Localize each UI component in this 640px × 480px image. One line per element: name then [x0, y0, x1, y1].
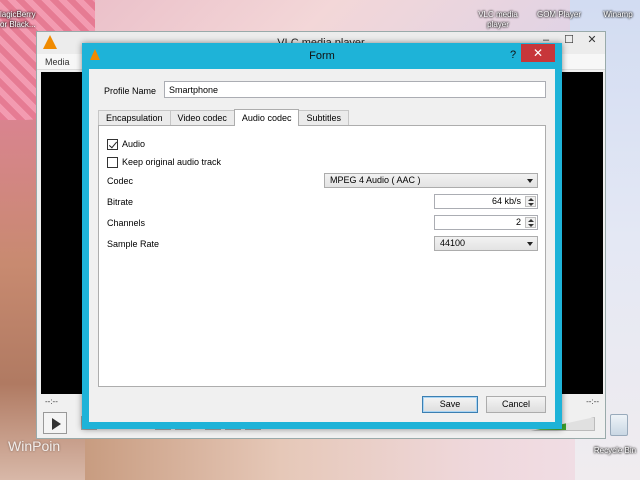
watermark: WinPoin: [8, 438, 61, 454]
wallpaper-bottom: [85, 438, 575, 480]
desktop-icon-vlc[interactable]: VLC media player: [470, 10, 526, 30]
channels-label: Channels: [107, 218, 146, 228]
desktop-icon-winamp[interactable]: Winamp: [596, 10, 640, 20]
form-dialog: Form ? ✕ Profile Name Encapsulation Vide…: [82, 43, 562, 429]
desktop-icon-gom[interactable]: GOM Player: [530, 10, 588, 20]
vlc-cone-icon: [43, 35, 57, 49]
chevron-down-icon: [527, 242, 533, 246]
audio-checkbox-label: Audio: [122, 139, 146, 149]
desktop-icon-label: Winamp: [603, 10, 633, 19]
tab-audio-codec[interactable]: Audio codec: [233, 109, 300, 126]
desktop-icon-label: or Black...: [0, 20, 36, 29]
cancel-button[interactable]: Cancel: [486, 396, 546, 413]
profile-name-label: Profile Name: [104, 86, 157, 96]
keep-original-checkbox[interactable]: [107, 156, 118, 168]
tab-video-codec[interactable]: Video codec: [169, 110, 235, 126]
desktop-icon-label: VLC media: [478, 10, 518, 19]
vlc-cone-icon: [90, 49, 100, 60]
keep-original-label: Keep original audio track: [122, 157, 222, 167]
menu-media[interactable]: Media: [45, 57, 70, 67]
desktop-icon-label: GOM Player: [536, 10, 581, 19]
codec-label: Codec: [107, 176, 134, 186]
tab-bar: Encapsulation Video codec Audio codec Su…: [98, 109, 349, 126]
time-total: --:--: [586, 397, 599, 406]
codec-value: MPEG 4 Audio ( AAC ): [330, 175, 421, 185]
sample-rate-value: 44100: [440, 238, 466, 248]
audio-checkbox-row[interactable]: Audio: [107, 138, 145, 150]
bitrate-spinbox[interactable]: 64 kb/s: [434, 194, 538, 209]
tab-encapsulation[interactable]: Encapsulation: [98, 110, 171, 126]
save-button[interactable]: Save: [422, 396, 478, 413]
bitrate-label: Bitrate: [107, 197, 134, 207]
tab-subtitles[interactable]: Subtitles: [298, 110, 349, 126]
spin-arrows-icon[interactable]: [525, 196, 536, 207]
desktop-icon-magicberry[interactable]: lagicBerry or Black...: [0, 10, 44, 30]
sample-rate-select[interactable]: 44100: [434, 236, 538, 251]
channels-value: 2: [515, 217, 521, 227]
audio-checkbox[interactable]: [107, 138, 118, 150]
desktop-icon-label: Recycle Bin: [593, 446, 637, 455]
bitrate-value: 64 kb/s: [491, 196, 521, 206]
sample-rate-label: Sample Rate: [107, 239, 160, 249]
help-button[interactable]: ?: [504, 47, 522, 63]
desktop-icon-label: player: [487, 20, 509, 29]
desktop-icon-recycle-bin[interactable]: Recycle Bin: [590, 446, 640, 456]
close-button[interactable]: ✕: [521, 44, 555, 62]
codec-select[interactable]: MPEG 4 Audio ( AAC ): [324, 173, 538, 188]
chevron-down-icon: [527, 179, 533, 183]
desktop-icon-label: lagicBerry: [0, 10, 36, 19]
form-title: Form: [309, 50, 335, 62]
form-titlebar[interactable]: Form ? ✕: [82, 43, 562, 69]
form-body: Profile Name Encapsulation Video codec A…: [89, 69, 555, 422]
time-elapsed: --:--: [45, 397, 58, 406]
profile-name-input[interactable]: [164, 81, 546, 98]
channels-spinbox[interactable]: 2: [434, 215, 538, 230]
recycle-bin-icon[interactable]: [610, 414, 628, 436]
audio-codec-panel: Audio Keep original audio track Codec MP…: [98, 125, 546, 387]
play-button[interactable]: [43, 412, 67, 434]
spin-arrows-icon[interactable]: [525, 217, 536, 228]
vlc-close-button[interactable]: ✕: [581, 33, 603, 50]
keep-original-row[interactable]: Keep original audio track: [107, 156, 221, 168]
